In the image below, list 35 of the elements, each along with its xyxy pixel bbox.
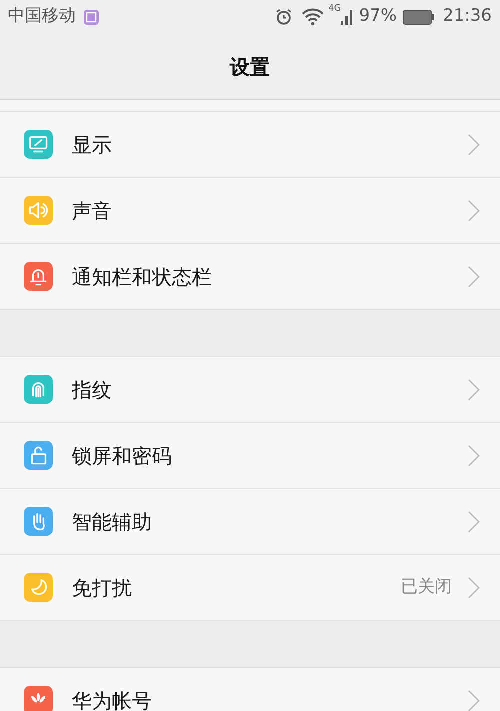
chevron-icon — [468, 444, 480, 466]
chevron-icon — [468, 266, 480, 288]
signal-icon — [341, 8, 354, 26]
battery-icon — [403, 10, 435, 24]
wifi-icon — [300, 8, 324, 26]
settings-row[interactable]: 显示 — [0, 112, 500, 178]
setting-label: 指纹 — [72, 376, 112, 404]
setting-label: 显示 — [72, 132, 112, 158]
setting-label: 免打扰 — [72, 574, 132, 602]
chevron-icon — [468, 510, 480, 532]
clock-time: 21:36 — [443, 5, 492, 28]
setting-label: 华为帐号 — [72, 688, 152, 711]
page-title: 设置 — [230, 54, 270, 80]
gallery-icon — [84, 10, 99, 24]
chevron-icon — [468, 134, 480, 156]
chevron-icon — [468, 690, 480, 711]
carrier-name: 中国移动 — [8, 5, 76, 28]
setting-label: 智能辅助 — [72, 508, 152, 536]
settings-row[interactable]: 锁屏和密码 — [0, 423, 500, 489]
chevron-icon — [468, 576, 480, 598]
settings-row[interactable]: 指纹 — [0, 357, 500, 423]
chevron-icon — [468, 200, 480, 222]
setting-value: 已关闭 — [401, 576, 452, 599]
battery-percent: 97% — [359, 5, 397, 28]
settings-row[interactable]: 声音 — [0, 178, 500, 244]
chevron-icon — [468, 378, 480, 400]
settings-row[interactable]: 华为帐号 — [0, 668, 500, 711]
alarm-icon — [274, 8, 292, 26]
setting-label: 通知栏和状态栏 — [72, 264, 212, 290]
setting-label: 声音 — [72, 198, 112, 224]
settings-row[interactable]: 智能辅助 — [0, 489, 500, 555]
network-type: 4G — [328, 3, 342, 16]
setting-label: 锁屏和密码 — [72, 442, 172, 470]
settings-row[interactable]: 免打扰 已关闭 — [0, 555, 500, 621]
settings-row[interactable]: 通知栏和状态栏 — [0, 244, 500, 310]
